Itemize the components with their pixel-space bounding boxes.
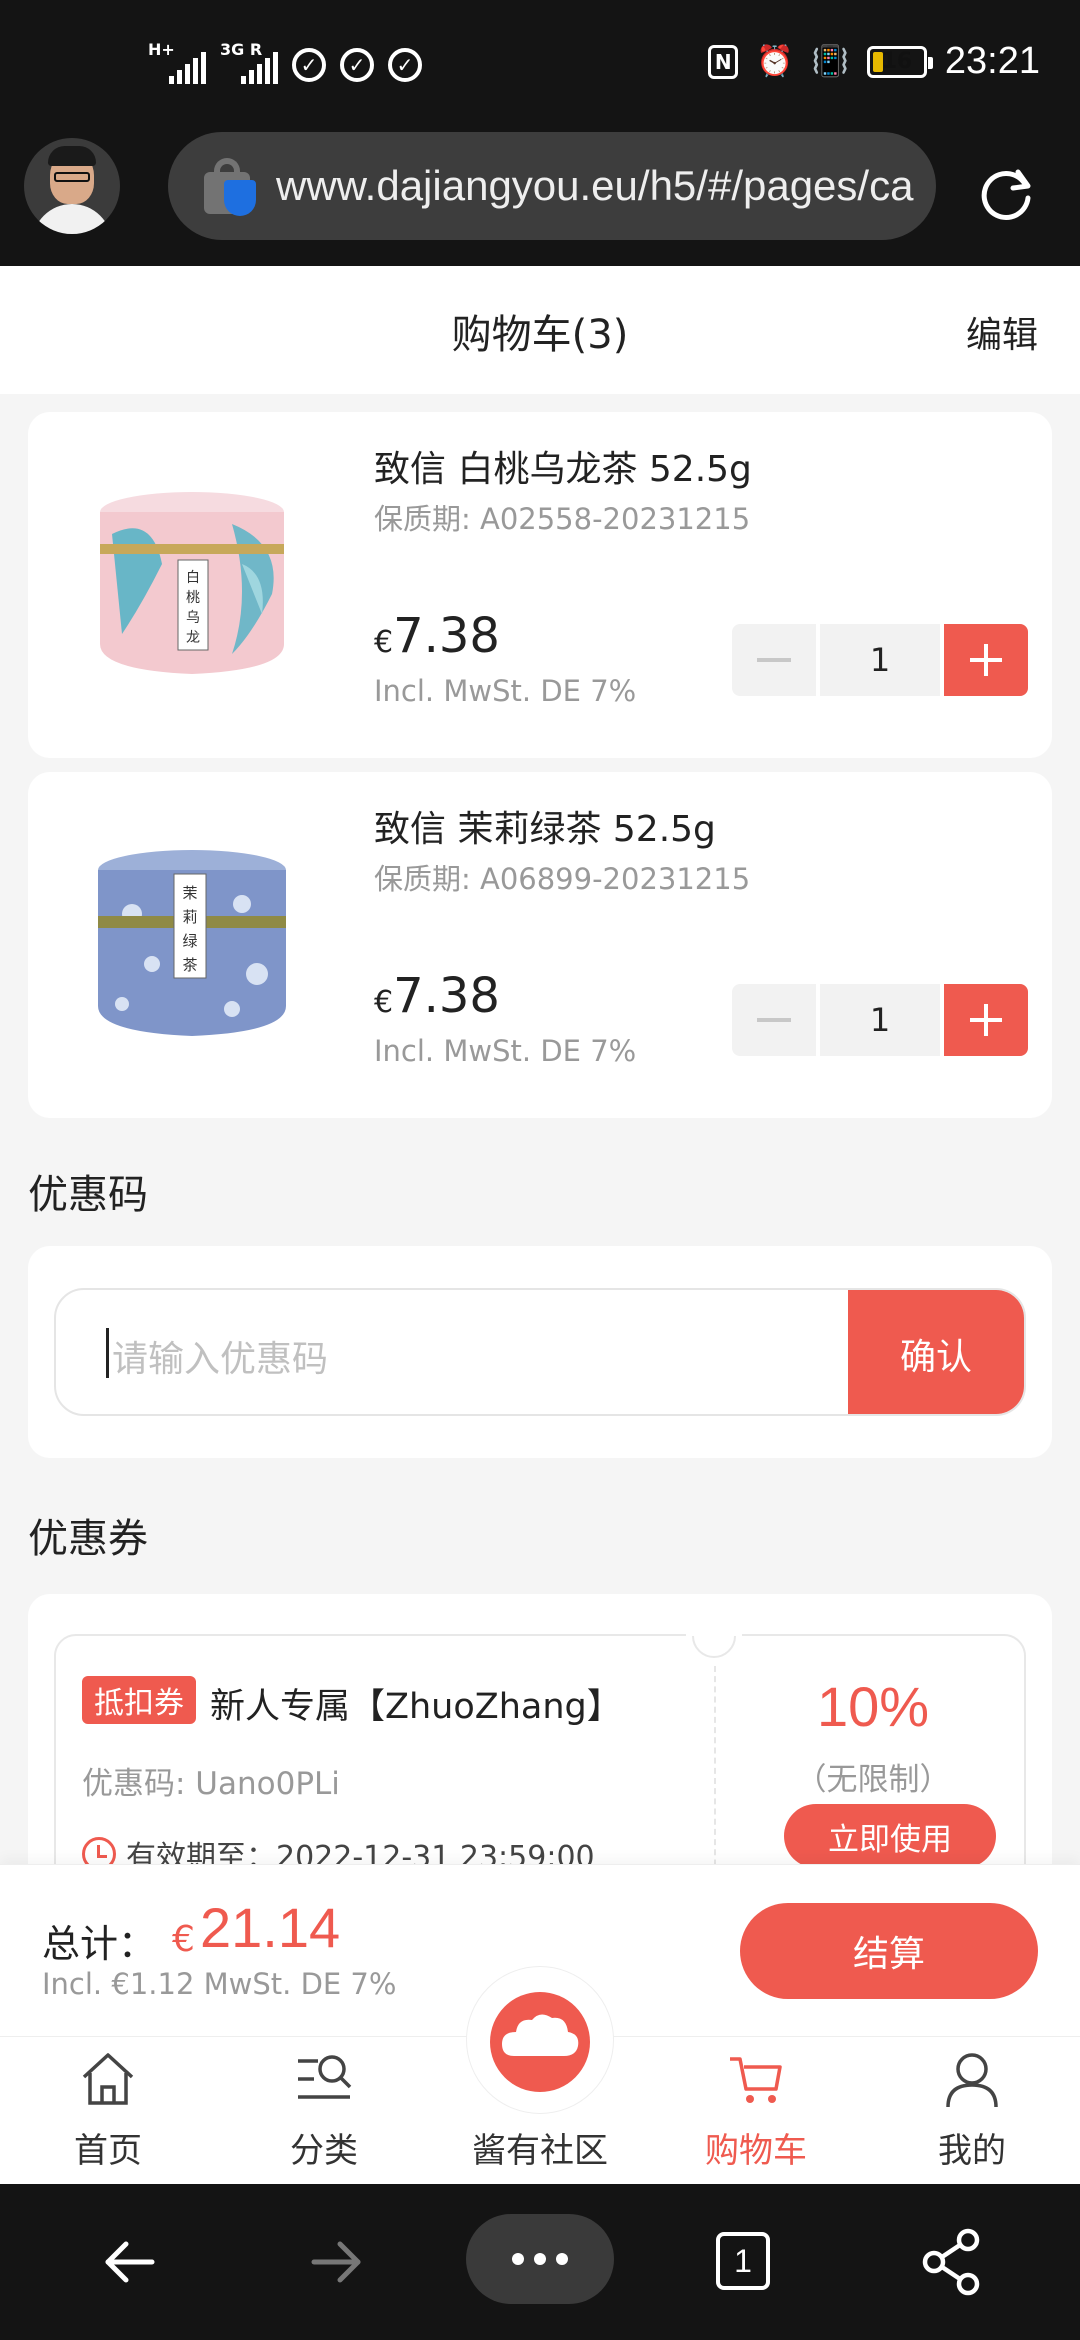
svg-text:乌: 乌 — [186, 610, 200, 626]
reload-icon[interactable] — [978, 164, 1036, 222]
svg-text:桃: 桃 — [186, 590, 200, 606]
cart-item: 茉 莉 绿 茶 致信 茉莉绿茶 52.5g 保质期: A06899-202312… — [28, 772, 1052, 1118]
price-tax-note: Incl. MwSt. DE 7% — [374, 1034, 637, 1068]
browser-navigation: 1 — [0, 2184, 1080, 2340]
coupon-code: 优惠码: Uano0PLi — [82, 1766, 340, 1802]
svg-text:茉: 茉 — [182, 884, 197, 902]
home-icon — [82, 2053, 134, 2105]
user-icon — [946, 2053, 998, 2108]
tab-category[interactable]: 分类 — [216, 2037, 432, 2185]
product-image[interactable]: 白 桃 乌 龙 — [82, 474, 302, 694]
coupon-discount: 10% — [816, 1675, 930, 1738]
address-bar[interactable]: www.dajiangyou.eu/h5/#/pages/cart — [168, 132, 936, 240]
quantity-value[interactable]: 1 — [820, 624, 940, 696]
browser-bar: www.dajiangyou.eu/h5/#/pages/cart — [0, 130, 1080, 266]
coupon-name: 新人专属【ZhuoZhang】 — [210, 1687, 622, 1727]
tab-home[interactable]: 首页 — [0, 2037, 216, 2185]
quantity-value[interactable]: 1 — [820, 984, 940, 1056]
tab-cart[interactable]: 购物车 — [648, 2037, 864, 2185]
status-right: N ⏰ 📳 16 23:21 — [708, 40, 1040, 83]
product-price: €7.38 — [374, 608, 500, 664]
nfc-icon: N — [708, 44, 739, 79]
svg-text:莉: 莉 — [182, 908, 197, 926]
tab-label: 购物车 — [705, 2131, 807, 2171]
promo-card: 请输入优惠码 确认 — [28, 1246, 1052, 1458]
check-circle-icon: ✓ — [292, 48, 326, 82]
price-tax-note: Incl. MwSt. DE 7% — [374, 674, 637, 708]
increase-quantity-button[interactable] — [944, 624, 1028, 696]
price-amount: 7.38 — [393, 968, 500, 1024]
tab-label: 首页 — [74, 2131, 142, 2171]
product-name[interactable]: 致信 茉莉绿茶 52.5g — [374, 800, 716, 852]
url-text[interactable]: www.dajiangyou.eu/h5/#/pages/cart — [276, 158, 916, 214]
confirm-promo-button[interactable]: 确认 — [848, 1290, 1024, 1414]
share-icon[interactable] — [912, 2222, 992, 2302]
tabs-count-button[interactable]: 1 — [716, 2232, 770, 2290]
avatar[interactable] — [24, 138, 120, 234]
signal-icon-2: 3G R — [220, 42, 278, 84]
tab-label: 分类 — [290, 2131, 358, 2171]
total-amount: 21.14 — [200, 1896, 341, 1959]
status-bar: H+ 3G R ✓ ✓ ✓ N ⏰ 📳 16 23:21 — [0, 0, 1080, 130]
price-currency: € — [374, 625, 394, 660]
community-button[interactable] — [490, 1992, 590, 2092]
decrease-quantity-button[interactable] — [732, 984, 816, 1056]
more-menu-button[interactable] — [466, 2214, 614, 2304]
quantity-stepper: 1 — [732, 984, 1028, 1056]
cloud-icon — [502, 2014, 579, 2056]
tab-label: 酱有社区 — [472, 2131, 608, 2171]
product-image[interactable]: 茉 莉 绿 茶 — [82, 834, 302, 1054]
cart-icon — [730, 2057, 782, 2103]
quantity-stepper: 1 — [732, 624, 1028, 696]
svg-text:茶: 茶 — [182, 956, 197, 974]
total-currency: € — [172, 1919, 195, 1960]
svg-text:龙: 龙 — [186, 630, 200, 646]
vibrate-icon: 📳 — [811, 44, 849, 79]
price-currency: € — [374, 985, 394, 1020]
tab-label: 我的 — [938, 2131, 1006, 2171]
category-search-icon — [298, 2055, 352, 2099]
battery-icon: 16 — [866, 45, 933, 78]
back-arrow-icon[interactable] — [90, 2222, 170, 2302]
decrease-quantity-button[interactable] — [732, 624, 816, 696]
coupon-card: 抵扣券 新人专属【ZhuoZhang】 优惠码: Uano0PLi 有效期至：2… — [28, 1594, 1052, 1896]
coupon-section-title: 优惠券 — [28, 1516, 148, 1562]
promo-code-field[interactable]: 请输入优惠码 确认 — [54, 1288, 1026, 1416]
page-header: 购物车(3) 编辑 — [0, 266, 1080, 394]
increase-quantity-button[interactable] — [944, 984, 1028, 1056]
coupon-limit: （无限制） — [795, 1762, 951, 1798]
battery-level: 16 — [881, 48, 913, 74]
check-circle-icon: ✓ — [388, 48, 422, 82]
alarm-icon: ⏰ — [756, 44, 794, 79]
coupon-ticket: 抵扣券 新人专属【ZhuoZhang】 优惠码: Uano0PLi 有效期至：2… — [54, 1612, 1026, 1896]
product-expiry: 保质期: A02558-20231215 — [374, 502, 751, 536]
clock-time: 23:21 — [944, 40, 1040, 82]
total-label: 总计： — [42, 1922, 157, 1966]
promo-code-placeholder[interactable]: 请输入优惠码 — [112, 1330, 328, 1382]
cart-item: 白 桃 乌 龙 致信 白桃乌龙茶 52.5g 保质期: A02558-20231… — [28, 412, 1052, 758]
price-amount: 7.38 — [393, 608, 500, 664]
svg-text:绿: 绿 — [182, 932, 197, 950]
edit-button[interactable]: 编辑 — [966, 306, 1038, 358]
tab-mine[interactable]: 我的 — [864, 2037, 1080, 2185]
page-title: 购物车(3) — [451, 312, 629, 358]
svg-text:白: 白 — [186, 570, 200, 586]
promo-section-title: 优惠码 — [28, 1172, 148, 1218]
total-tax-note: Incl. €1.12 MwSt. DE 7% — [42, 1967, 397, 2001]
product-expiry: 保质期: A06899-20231215 — [374, 862, 751, 896]
forward-arrow-icon[interactable] — [296, 2222, 376, 2302]
check-circle-icon: ✓ — [340, 48, 374, 82]
security-lock-icon — [204, 158, 256, 216]
signal-icon: H+ — [148, 42, 206, 84]
coupon-badge: 抵扣券 — [82, 1676, 196, 1724]
checkout-button[interactable]: 结算 — [740, 1903, 1038, 1999]
status-left: H+ 3G R ✓ ✓ ✓ — [148, 42, 422, 84]
use-coupon-button[interactable]: 立即使用 — [784, 1804, 996, 1868]
product-price: €7.38 — [374, 968, 500, 1024]
text-caret — [106, 1328, 109, 1378]
product-name[interactable]: 致信 白桃乌龙茶 52.5g — [374, 440, 752, 492]
